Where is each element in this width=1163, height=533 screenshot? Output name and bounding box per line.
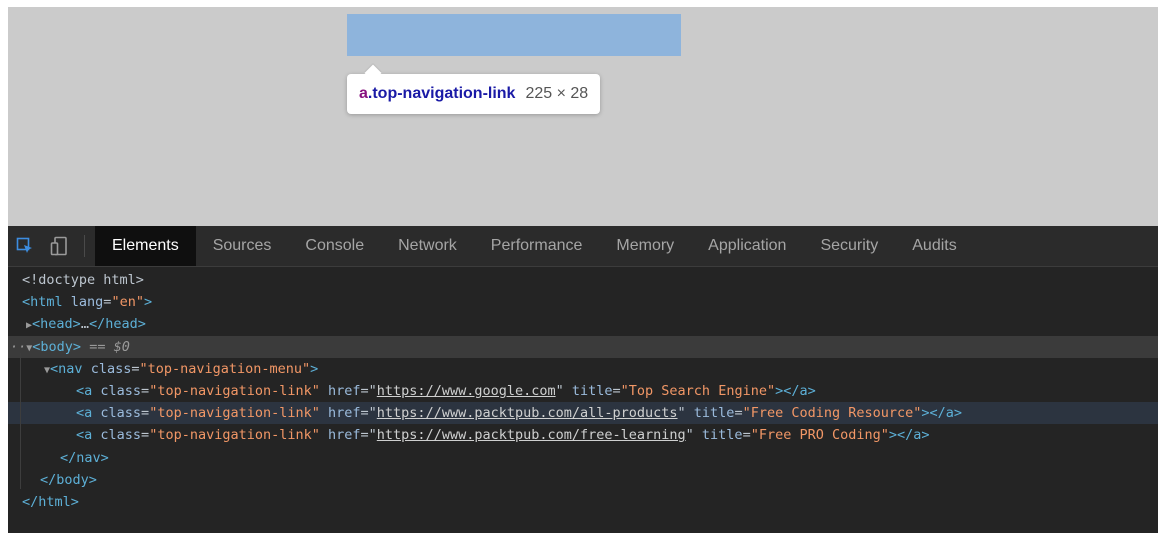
dom-node-body[interactable]: ··▼<body> == $0: [8, 335, 1158, 358]
tabbar-divider: [84, 235, 85, 257]
tab-elements[interactable]: Elements: [95, 226, 196, 266]
tree-indent-guide: [20, 353, 21, 489]
device-toolbar-icon[interactable]: [42, 226, 76, 266]
tab-sources[interactable]: Sources: [196, 226, 289, 266]
tooltip-selector: a.top-navigation-link: [359, 85, 516, 102]
dom-node-doctype[interactable]: <!doctype html>: [8, 269, 1158, 291]
dom-node-nav-close[interactable]: </nav>: [8, 447, 1158, 469]
tab-audits[interactable]: Audits: [895, 226, 973, 266]
inspect-element-icon[interactable]: [8, 226, 42, 266]
tab-application[interactable]: Application: [691, 226, 803, 266]
dom-node-nav[interactable]: ▼<nav class="top-navigation-menu">: [8, 358, 1158, 380]
dom-node-link[interactable]: <a class="top-navigation-link" href="htt…: [8, 380, 1158, 402]
dom-node-link[interactable]: <a class="top-navigation-link" href="htt…: [8, 424, 1158, 446]
dom-tree: <!doctype html> <html lang="en"> ▶<head>…: [8, 269, 1158, 513]
devtools-panel: Elements Sources Console Network Perform…: [8, 226, 1158, 533]
tab-performance[interactable]: Performance: [474, 226, 600, 266]
tab-console[interactable]: Console: [288, 226, 381, 266]
devtools-tabbar: Elements Sources Console Network Perform…: [8, 226, 1158, 267]
tab-network[interactable]: Network: [381, 226, 474, 266]
href-link[interactable]: https://www.packtpub.com/free-learning: [377, 427, 686, 443]
tab-security[interactable]: Security: [803, 226, 895, 266]
dom-node-body-close[interactable]: </body>: [8, 469, 1158, 491]
dom-node-head[interactable]: ▶<head>…</head>: [8, 313, 1158, 335]
dom-node-link[interactable]: <a class="top-navigation-link" href="htt…: [8, 402, 1158, 425]
href-link[interactable]: https://www.packtpub.com/all-products: [377, 405, 678, 421]
dom-node-html[interactable]: <html lang="en">: [8, 291, 1158, 313]
ellipsis-icon[interactable]: ··: [10, 339, 26, 355]
href-link[interactable]: https://www.google.com: [377, 383, 556, 399]
page-viewport: a.top-navigation-link 225 × 28: [8, 7, 1158, 226]
dom-node-html-close[interactable]: </html>: [8, 491, 1158, 513]
tab-memory[interactable]: Memory: [599, 226, 691, 266]
tooltip-size: 225 × 28: [525, 85, 589, 102]
element-highlight: [347, 14, 681, 56]
element-tooltip: a.top-navigation-link 225 × 28: [347, 74, 601, 114]
